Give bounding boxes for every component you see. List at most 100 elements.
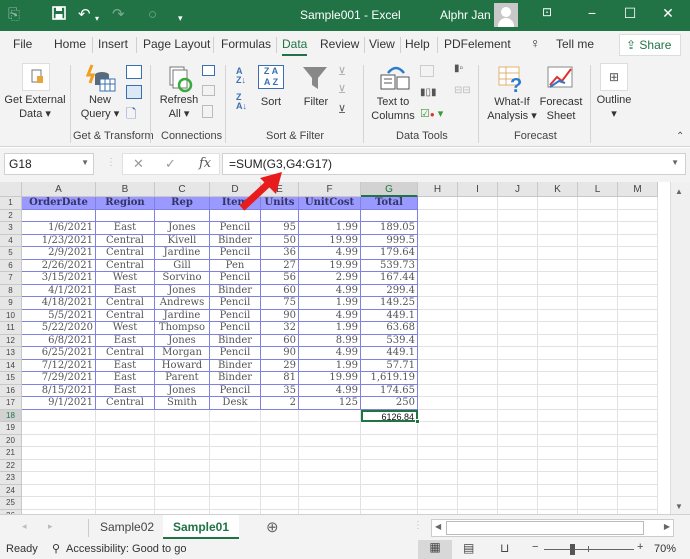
user-name[interactable]: Alphr Jan bbox=[440, 8, 491, 22]
empty-cell[interactable] bbox=[155, 422, 210, 435]
empty-cell[interactable] bbox=[418, 284, 458, 297]
empty-cell[interactable] bbox=[299, 422, 361, 435]
empty-cell[interactable] bbox=[578, 209, 618, 222]
table-cell[interactable]: 167.44 bbox=[361, 272, 418, 285]
table-cell[interactable]: West bbox=[96, 322, 155, 335]
empty-cell[interactable] bbox=[458, 359, 498, 372]
empty-cell[interactable] bbox=[418, 384, 458, 397]
active-cell-sum[interactable]: 6126.84 bbox=[361, 409, 418, 422]
empty-cell[interactable] bbox=[418, 347, 458, 360]
scroll-left-icon[interactable]: ◀ bbox=[435, 522, 441, 531]
table-cell[interactable]: 179.64 bbox=[361, 247, 418, 260]
drag-handle-icon[interactable]: ⋮ bbox=[106, 157, 116, 168]
table-cell[interactable]: 1/23/2021 bbox=[22, 234, 96, 247]
row-header-17[interactable]: 17 bbox=[0, 397, 22, 410]
filter-button[interactable]: Filter bbox=[300, 95, 332, 109]
empty-cell[interactable] bbox=[618, 309, 658, 322]
row-header-16[interactable]: 16 bbox=[0, 384, 22, 397]
table-cell[interactable]: Central bbox=[96, 397, 155, 410]
table-cell[interactable]: 57.71 bbox=[361, 359, 418, 372]
empty-cell[interactable] bbox=[538, 372, 578, 385]
empty-cell[interactable] bbox=[538, 222, 578, 235]
table-cell[interactable]: 1.99 bbox=[299, 359, 361, 372]
empty-cell[interactable] bbox=[618, 497, 658, 510]
empty-cell[interactable] bbox=[458, 347, 498, 360]
table-cell[interactable]: 2/26/2021 bbox=[22, 259, 96, 272]
table-cell[interactable]: 9/1/2021 bbox=[22, 397, 96, 410]
empty-cell[interactable] bbox=[618, 347, 658, 360]
table-cell[interactable]: East bbox=[96, 284, 155, 297]
clear-filter-icon[interactable]: ⊻ bbox=[338, 65, 346, 78]
table-cell[interactable]: 4.99 bbox=[299, 309, 361, 322]
row-header-10[interactable]: 10 bbox=[0, 309, 22, 322]
empty-cell[interactable] bbox=[538, 397, 578, 410]
empty-cell[interactable] bbox=[578, 247, 618, 260]
empty-cell[interactable] bbox=[578, 484, 618, 497]
empty-cell[interactable] bbox=[261, 472, 299, 485]
table-cell[interactable]: 250 bbox=[361, 397, 418, 410]
sheet-scroll-left-icon[interactable]: ◂ bbox=[22, 521, 27, 532]
empty-cell[interactable] bbox=[418, 322, 458, 335]
table-cell[interactable]: 449.1 bbox=[361, 309, 418, 322]
maximize-icon[interactable]: ☐ bbox=[620, 5, 640, 22]
empty-cell[interactable] bbox=[538, 209, 578, 222]
table-cell[interactable]: Smith bbox=[155, 397, 210, 410]
empty-cell[interactable] bbox=[361, 459, 418, 472]
column-header-l[interactable]: L bbox=[578, 182, 618, 197]
row-header-1[interactable]: 1 bbox=[0, 197, 22, 210]
zoom-slider-thumb[interactable] bbox=[570, 544, 575, 555]
empty-cell[interactable] bbox=[538, 322, 578, 335]
column-header-a[interactable]: A bbox=[22, 182, 96, 197]
empty-cell[interactable] bbox=[458, 384, 498, 397]
empty-cell[interactable] bbox=[210, 422, 261, 435]
row-header-13[interactable]: 13 bbox=[0, 347, 22, 360]
empty-cell[interactable] bbox=[361, 422, 418, 435]
empty-cell[interactable] bbox=[538, 234, 578, 247]
table-cell[interactable]: Central bbox=[96, 309, 155, 322]
empty-cell[interactable] bbox=[418, 222, 458, 235]
empty-cell[interactable] bbox=[458, 409, 498, 422]
empty-cell[interactable] bbox=[618, 322, 658, 335]
empty-cell[interactable] bbox=[498, 484, 538, 497]
sort-button[interactable]: Sort bbox=[258, 95, 284, 109]
column-header-j[interactable]: J bbox=[498, 182, 538, 197]
new-query-button[interactable]: New Query ▾ bbox=[78, 93, 122, 121]
worksheet-grid[interactable]: A B C D E F G H I J K L M 1 OrderDate Region Rep Item Unit… bbox=[0, 182, 670, 514]
empty-cell[interactable] bbox=[578, 234, 618, 247]
page-break-view-icon[interactable]: ⊔ bbox=[500, 541, 509, 555]
table-cell[interactable]: Morgan bbox=[155, 347, 210, 360]
table-cell[interactable]: East bbox=[96, 372, 155, 385]
empty-cell[interactable] bbox=[498, 422, 538, 435]
table-cell[interactable]: Gill bbox=[155, 259, 210, 272]
empty-cell[interactable] bbox=[155, 497, 210, 510]
empty-cell[interactable] bbox=[458, 472, 498, 485]
empty-cell[interactable] bbox=[361, 497, 418, 510]
empty-cell[interactable] bbox=[96, 434, 155, 447]
table-cell[interactable]: Desk bbox=[210, 397, 261, 410]
scroll-thumb[interactable] bbox=[446, 521, 644, 535]
table-cell[interactable]: 2.99 bbox=[299, 272, 361, 285]
empty-cell[interactable] bbox=[458, 372, 498, 385]
zoom-in-button[interactable]: + bbox=[637, 541, 643, 553]
empty-cell[interactable] bbox=[618, 422, 658, 435]
empty-cell[interactable] bbox=[538, 497, 578, 510]
empty-cell[interactable] bbox=[299, 409, 361, 422]
empty-cell[interactable] bbox=[578, 434, 618, 447]
empty-cell[interactable] bbox=[458, 247, 498, 260]
empty-cell[interactable] bbox=[361, 484, 418, 497]
table-cell[interactable]: Binder bbox=[210, 372, 261, 385]
empty-cell[interactable] bbox=[498, 297, 538, 310]
table-cell[interactable]: 299.4 bbox=[361, 284, 418, 297]
empty-cell[interactable] bbox=[458, 297, 498, 310]
table-cell[interactable]: Pencil bbox=[210, 322, 261, 335]
scroll-up-icon[interactable]: ▲ bbox=[675, 187, 683, 196]
table-cell[interactable]: Pencil bbox=[210, 272, 261, 285]
empty-cell[interactable] bbox=[458, 397, 498, 410]
redo-icon[interactable]: ↷ bbox=[112, 6, 125, 24]
empty-cell[interactable] bbox=[618, 272, 658, 285]
empty-cell[interactable] bbox=[458, 309, 498, 322]
empty-cell[interactable] bbox=[618, 284, 658, 297]
name-box[interactable]: G18 ▼ bbox=[4, 153, 94, 175]
empty-cell[interactable] bbox=[155, 409, 210, 422]
table-cell[interactable]: Pencil bbox=[210, 309, 261, 322]
